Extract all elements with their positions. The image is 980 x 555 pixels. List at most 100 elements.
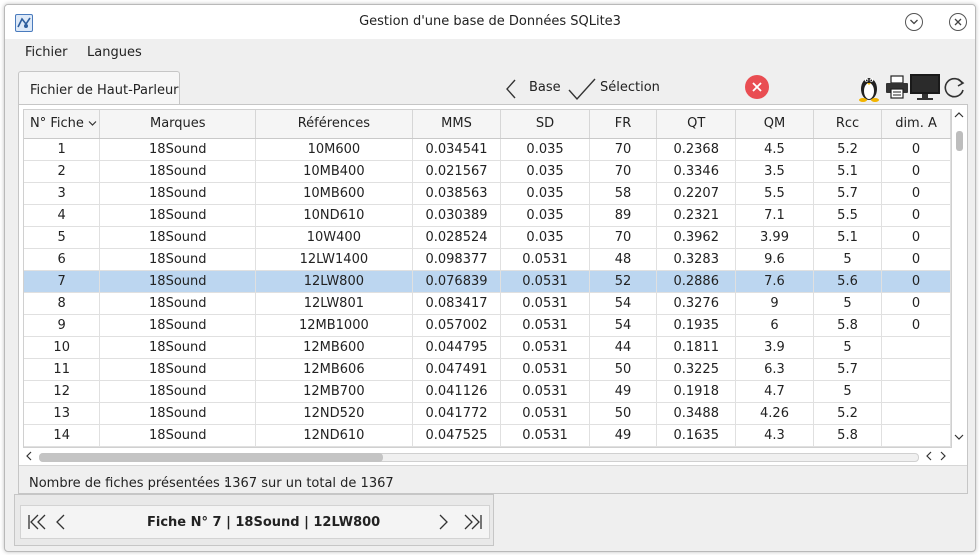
cell-dim-a[interactable]: 0 [881,270,951,293]
cell-references[interactable]: 12MB1000 [255,314,413,337]
cell-n-fiche[interactable]: 12 [24,380,101,403]
cell-mms[interactable]: 0.047525 [412,424,502,447]
cell-qm[interactable]: 3.9 [735,336,814,359]
cell-marques[interactable]: 18Sound [99,160,257,183]
cell-rcc[interactable]: 5 [813,248,883,271]
cell-rcc[interactable]: 5.1 [813,226,883,249]
cell-rcc[interactable]: 5.7 [813,182,883,205]
cell-references[interactable]: 10M600 [255,138,413,161]
chevron-left-icon[interactable] [505,79,517,99]
table-row[interactable]: 7 18Sound 12LW800 0.076839 0.0531 52 0.2886 7.6… [24,270,951,293]
table-row[interactable]: 1 18Sound 10M600 0.034541 0.035 70 0.2368 4.5 5.… [24,138,951,161]
cell-n-fiche[interactable]: 4 [24,204,101,227]
cell-qt[interactable]: 0.2207 [656,182,737,205]
cell-qm[interactable]: 6.3 [735,358,814,381]
cell-sd[interactable]: 0.035 [500,226,590,249]
cell-rcc[interactable]: 5.8 [813,424,883,447]
cell-mms[interactable]: 0.057002 [412,314,502,337]
cell-qt[interactable]: 0.2886 [656,270,737,293]
checkmark-icon[interactable] [567,77,597,101]
scroll-up-icon[interactable] [954,111,964,119]
printer-icon[interactable] [885,75,909,99]
cell-sd[interactable]: 0.0531 [500,336,590,359]
table-row[interactable]: 11 18Sound 12MB606 0.047491 0.0531 50 0.3225 6.… [24,358,951,381]
cell-qt[interactable]: 0.3283 [656,248,737,271]
cell-sd[interactable]: 0.035 [500,204,590,227]
cell-fr[interactable]: 70 [589,138,658,161]
cell-marques[interactable]: 18Sound [99,314,257,337]
cell-marques[interactable]: 18Sound [99,248,257,271]
cell-qt[interactable]: 0.1935 [656,314,737,337]
cell-qt[interactable]: 0.2321 [656,204,737,227]
table-row[interactable]: 13 18Sound 12ND520 0.041772 0.0531 50 0.3488 4.… [24,402,951,425]
cell-marques[interactable]: 18Sound [99,402,257,425]
cell-qm[interactable]: 5.5 [735,182,814,205]
cell-marques[interactable]: 18Sound [99,292,257,315]
cell-mms[interactable]: 0.076839 [412,270,502,293]
cell-mms[interactable]: 0.021567 [412,160,502,183]
cell-qt[interactable]: 0.2368 [656,138,737,161]
cell-references[interactable]: 12LW801 [255,292,413,315]
table-row[interactable]: 14 18Sound 12ND610 0.047525 0.0531 49 0.1635 4.… [24,424,951,447]
cell-sd[interactable]: 0.0531 [500,248,590,271]
cell-qm[interactable]: 3.5 [735,160,814,183]
cell-dim-a[interactable]: 0 [881,226,951,249]
cell-qt[interactable]: 0.3276 [656,292,737,315]
cell-rcc[interactable]: 5.8 [813,314,883,337]
cell-marques[interactable]: 18Sound [99,336,257,359]
refresh-icon[interactable] [941,75,967,101]
cell-n-fiche[interactable]: 7 [24,270,101,293]
tab-fichier-haut-parleur[interactable]: Fichier de Haut-Parleur [18,71,180,105]
cell-sd[interactable]: 0.0531 [500,292,590,315]
column-header-references[interactable]: Références [255,110,413,139]
cell-qm[interactable]: 9.6 [735,248,814,271]
cell-qm[interactable]: 4.5 [735,138,814,161]
cell-references[interactable]: 12MB700 [255,380,413,403]
cell-mms[interactable]: 0.044795 [412,336,502,359]
cell-rcc[interactable]: 5 [813,380,883,403]
last-record-icon[interactable] [463,514,483,530]
cell-references[interactable]: 12MB600 [255,336,413,359]
cell-dim-a[interactable]: 0 [881,160,951,183]
cell-mms[interactable]: 0.038563 [412,182,502,205]
cell-sd[interactable]: 0.0531 [500,358,590,381]
cell-fr[interactable]: 89 [589,204,658,227]
cell-dim-a[interactable] [881,380,951,403]
cell-qm[interactable]: 4.26 [735,402,814,425]
cell-mms[interactable]: 0.034541 [412,138,502,161]
column-header-dim-a[interactable]: dim. A [881,110,951,139]
cell-mms[interactable]: 0.041126 [412,380,502,403]
cell-marques[interactable]: 18Sound [99,182,257,205]
cell-sd[interactable]: 0.0531 [500,380,590,403]
cell-references[interactable]: 10ND610 [255,204,413,227]
cell-mms[interactable]: 0.028524 [412,226,502,249]
cell-fr[interactable]: 49 [589,424,658,447]
cell-rcc[interactable]: 5.5 [813,204,883,227]
cell-qm[interactable]: 7.1 [735,204,814,227]
cell-qt[interactable]: 0.3962 [656,226,737,249]
column-header-qt[interactable]: QT [656,110,737,139]
cell-qt[interactable]: 0.3488 [656,402,737,425]
cell-rcc[interactable]: 5.2 [813,138,883,161]
column-header-n-fiche[interactable]: N° Fiche [24,110,101,139]
cell-sd[interactable]: 0.0531 [500,424,590,447]
cell-sd[interactable]: 0.0531 [500,314,590,337]
cell-fr[interactable]: 54 [589,314,658,337]
cell-mms[interactable]: 0.083417 [412,292,502,315]
cell-qm[interactable]: 3.99 [735,226,814,249]
column-header-qm[interactable]: QM [735,110,814,139]
first-record-icon[interactable] [27,514,47,530]
scroll-left-icon[interactable] [925,451,933,461]
cell-marques[interactable]: 18Sound [99,204,257,227]
cell-dim-a[interactable]: 0 [881,204,951,227]
column-header-fr[interactable]: FR [589,110,658,139]
cell-dim-a[interactable]: 0 [881,182,951,205]
cell-rcc[interactable]: 5 [813,336,883,359]
cell-dim-a[interactable] [881,336,951,359]
vertical-scroll-thumb[interactable] [956,131,963,151]
cell-dim-a[interactable] [881,424,951,447]
base-button[interactable]: Base [529,80,561,95]
close-window-button[interactable] [949,13,967,31]
column-header-marques[interactable]: Marques [99,110,257,139]
cell-references[interactable]: 12LW1400 [255,248,413,271]
